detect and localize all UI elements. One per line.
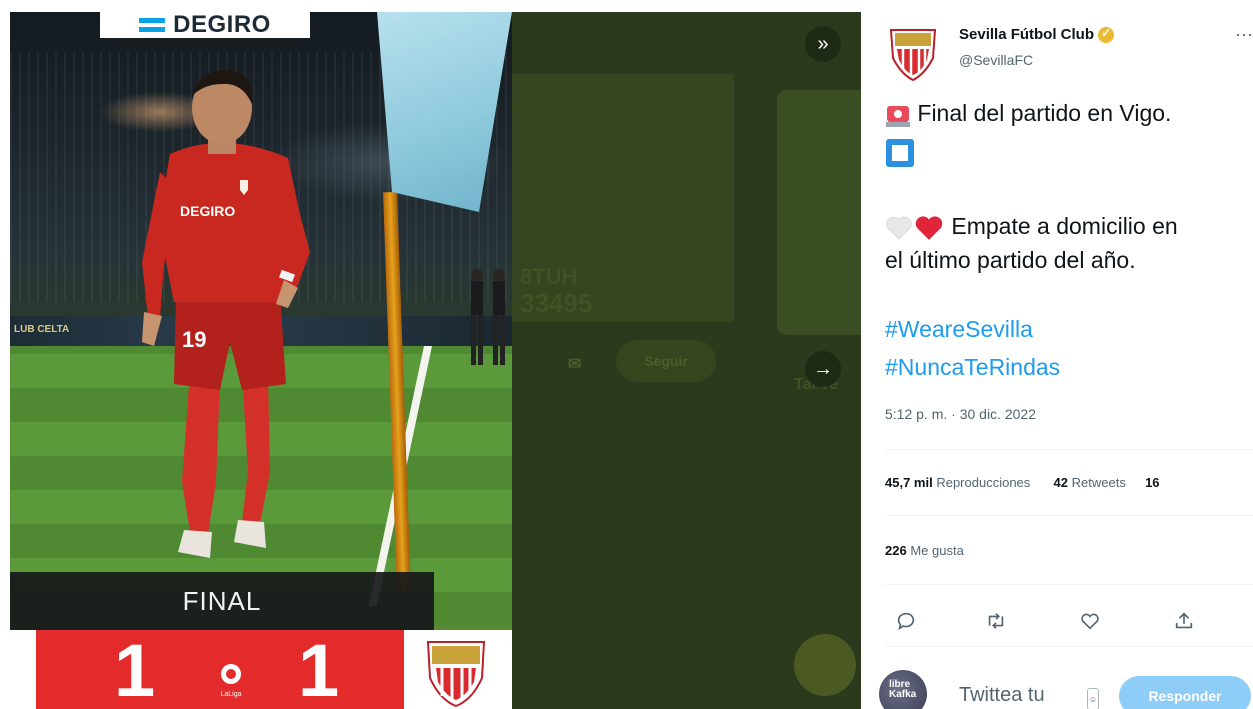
sevilla-crest-icon (426, 641, 486, 708)
emoji-icon[interactable]: ☺ (1087, 688, 1099, 709)
match-photo[interactable]: LUB CELTA 19 DEGIRO DEGIRO FINAL 1 LaLig… (10, 12, 512, 709)
background-card: 8TUH 33495 (512, 74, 734, 322)
views-label: Reproducciones (936, 475, 1031, 490)
hashtag-link[interactable]: #NuncaTeRindas (885, 354, 1060, 381)
laliga-logo-icon: LaLiga (220, 664, 242, 698)
author-name-text[interactable]: Sevilla Fútbol Club (959, 26, 1094, 43)
user-avatar-text: libre Kafka (889, 679, 917, 700)
nav-arrow-icon[interactable]: → (805, 351, 841, 387)
mail-icon: ✉ (568, 356, 582, 373)
reply-input[interactable]: Twittea tu (959, 684, 1045, 707)
background-text: 8TUH (520, 264, 578, 289)
page-overlay[interactable]: 8TUH 33495 ✉ Seguir Tal ve » → (512, 12, 861, 709)
red-heart-emoji (915, 216, 943, 240)
tweet-lightbox: LUB CELTA 19 DEGIRO DEGIRO FINAL 1 LaLig… (0, 0, 1253, 709)
score-home: 1 (114, 629, 156, 709)
author-name[interactable]: Sevilla Fútbol Club (959, 26, 1115, 43)
tweet-text-line: Empate a domicilio en (885, 213, 1178, 242)
shirt-number: 19 (182, 327, 206, 352)
likes-label[interactable]: Me gusta (910, 543, 963, 558)
svg-text:LaLiga: LaLiga (220, 691, 241, 698)
tweet-text-line1: Final del partido en Vigo. (917, 100, 1172, 126)
reply-icon[interactable] (891, 606, 921, 636)
retweets-count[interactable]: 42 (1054, 475, 1068, 490)
like-icon[interactable] (1075, 606, 1105, 636)
tweet-timestamp[interactable]: 5:12 p. m. · 30 dic. 2022 (885, 406, 1036, 422)
result-label-band: FINAL (10, 572, 434, 630)
likes-stat[interactable]: 226 Me gusta (885, 543, 964, 558)
divider (885, 515, 1253, 516)
scoreboard: 1 LaLiga 1 (10, 630, 512, 709)
background-card (777, 90, 861, 335)
quotes-count[interactable]: 16 (1145, 475, 1159, 490)
nav-next-icon[interactable]: » (805, 26, 841, 62)
share-icon[interactable] (1169, 606, 1199, 636)
white-square-emoji (886, 139, 914, 167)
sponsor-text: DEGIRO (173, 12, 271, 38)
background-text: 33495 (520, 288, 593, 318)
siren-emoji (886, 105, 910, 127)
tweet-text-line: Final del partido en Vigo. (885, 100, 1171, 128)
white-heart-emoji (886, 216, 912, 240)
verified-icon (1098, 26, 1115, 43)
scoreboard-red-panel: 1 LaLiga 1 (36, 630, 404, 709)
retweet-icon[interactable] (981, 606, 1011, 636)
divider (885, 646, 1253, 647)
background-avatar (794, 634, 856, 696)
likes-count[interactable]: 226 (885, 543, 907, 558)
reply-button[interactable]: Responder (1119, 676, 1251, 709)
more-options-icon[interactable]: ··· (1235, 24, 1253, 45)
author-avatar[interactable] (887, 24, 939, 82)
result-label: FINAL (182, 585, 262, 616)
sponsor-banner: DEGIRO (100, 12, 310, 38)
tweet-panel: Sevilla Fútbol Club @SevillaFC ··· Final… (861, 12, 1253, 709)
views-count: 45,7 mil (885, 475, 933, 490)
tweet-actions (885, 606, 1253, 636)
user-avatar[interactable]: libre Kafka (879, 670, 927, 709)
sponsor-logo-icon (139, 18, 166, 32)
background-follow-button: Seguir (616, 340, 716, 382)
tweet-text-line2: Empate a domicilio en (951, 213, 1178, 239)
hashtag-link[interactable]: #WeareSevilla (885, 316, 1033, 343)
divider (885, 584, 1253, 585)
shirt-sponsor: DEGIRO (180, 203, 235, 219)
engagement-stats: 45,7 mil Reproducciones 42 Retweets 16 (885, 475, 1160, 490)
author-handle[interactable]: @SevillaFC (959, 52, 1033, 68)
score-away: 1 (298, 629, 340, 709)
divider (885, 449, 1253, 450)
tweet-text-line3: el último partido del año. (885, 247, 1136, 273)
retweets-label[interactable]: Retweets (1072, 475, 1126, 490)
